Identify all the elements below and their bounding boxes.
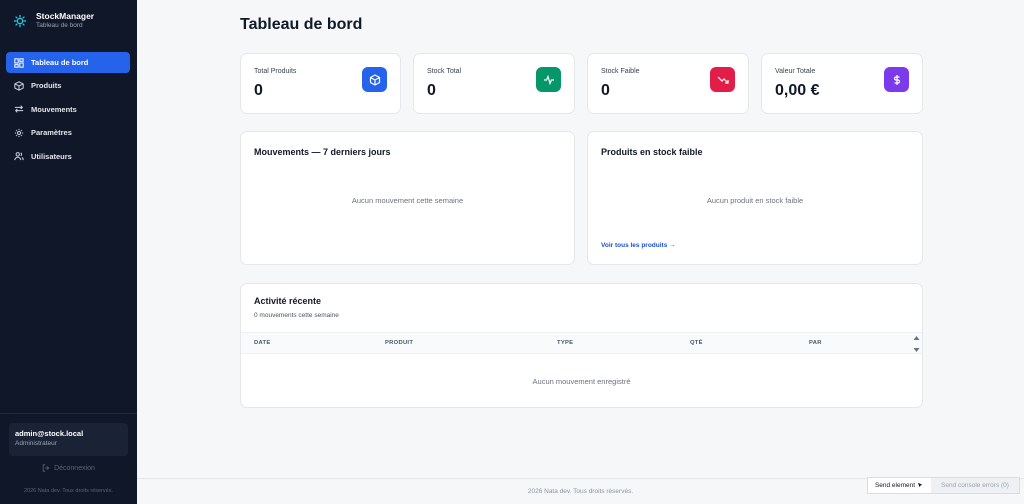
sidebar-item-label: Mouvements [31,104,77,114]
stat-card-stock-total: Stock Total 0 [413,53,575,114]
dollar-icon [893,74,900,85]
scroll-arrows-icon[interactable] [913,335,920,353]
stat-label: Stock Faible [601,68,640,75]
recent-activity-card: Activité récente 0 mouvements cette sema… [240,283,923,408]
cursor-icon [917,482,923,488]
empty-state-text: Aucun mouvement cette semaine [351,196,464,205]
send-console-errors-button[interactable]: Send console errors (0) [931,478,1019,493]
user-role: Administrateur [15,440,57,447]
users-icon [14,152,24,161]
logout-button[interactable]: Déconnexion [0,464,137,472]
send-console-label: Send console errors (0) [941,482,1009,489]
panel-title: Produits en stock faible [601,147,703,157]
stat-label: Total Produits [254,68,297,75]
activity-title: Activité récente [254,296,322,306]
movements-panel: Mouvements — 7 derniers jours Aucun mouv… [240,131,575,265]
column-header-date[interactable]: DATE [254,340,271,346]
stat-card-valeur-totale: Valeur Totale 0,00 € [761,53,923,114]
empty-state-text: Aucun produit en stock faible [706,196,804,205]
sidebar-nav: Tableau de bord Produits Mouvements Para… [6,52,130,169]
user-card[interactable]: admin@stock.local Administrateur [9,423,128,456]
gear-icon [14,128,24,137]
box-icon [14,81,24,91]
brand-title: StockManager [36,11,95,21]
table-header: DATE PRODUIT TYPE QTÉ PAR [241,332,922,354]
stat-icon-badge [536,67,561,92]
activity-subtitle: 0 mouvements cette semaine [254,312,339,319]
send-element-label: Send element [874,482,916,489]
logout-icon [42,464,50,472]
stat-label: Valeur Totale [775,68,816,75]
panel-title: Mouvements — 7 derniers jours [254,147,391,157]
brand-subtitle: Tableau de bord [36,22,83,29]
logo-icon [13,14,27,27]
column-header-qte[interactable]: QTÉ [690,340,703,346]
devtools-bar: Send element Send console errors (0) [867,477,1020,494]
view-all-products-link[interactable]: Voir tous les produits → [601,242,676,249]
sidebar-item-parametres[interactable]: Paramètres [6,122,130,143]
sidebar: StockManager Tableau de bord Tableau de … [0,0,137,504]
stat-icon-badge [362,67,387,92]
low-stock-panel: Produits en stock faible Aucun produit e… [587,131,923,265]
page-title: Tableau de bord [240,16,363,33]
stat-icon-badge [884,67,909,92]
sidebar-item-label: Utilisateurs [31,151,72,161]
sidebar-footer: 2026 Nata dev. Tous droits réservés. [23,488,114,494]
activity-icon [543,74,554,85]
sidebar-divider [0,413,137,414]
sidebar-item-dashboard[interactable]: Tableau de bord [6,52,130,73]
stat-value: 0 [254,82,263,99]
stat-icon-badge [710,67,735,92]
sidebar-item-label: Tableau de bord [31,58,89,67]
stat-card-total-produits: Total Produits 0 [240,53,401,114]
sidebar-item-produits[interactable]: Produits [6,75,130,96]
column-header-par[interactable]: PAR [809,340,822,346]
sidebar-item-mouvements[interactable]: Mouvements [6,99,130,120]
cube-icon [369,73,380,86]
sidebar-item-label: Produits [31,81,62,91]
brand[interactable]: StockManager Tableau de bord [13,11,94,30]
dashboard-icon [14,57,24,68]
logout-label: Déconnexion [54,464,95,472]
stat-label: Stock Total [427,68,462,75]
sidebar-item-utilisateurs[interactable]: Utilisateurs [6,146,130,167]
empty-state-text: Aucun mouvement enregistré [532,377,631,386]
user-email: admin@stock.local [15,429,84,438]
stat-value: 0,00 € [775,82,820,99]
trending-down-icon [717,76,729,84]
stat-value: 0 [601,82,610,99]
stat-card-stock-faible: Stock Faible 0 [587,53,749,114]
stat-value: 0 [427,82,436,99]
arrows-exchange-icon [14,105,24,113]
column-header-produit[interactable]: PRODUIT [385,340,413,346]
send-element-button[interactable]: Send element [868,478,931,493]
sidebar-item-label: Paramètres [31,128,72,138]
column-header-type[interactable]: TYPE [557,340,573,346]
